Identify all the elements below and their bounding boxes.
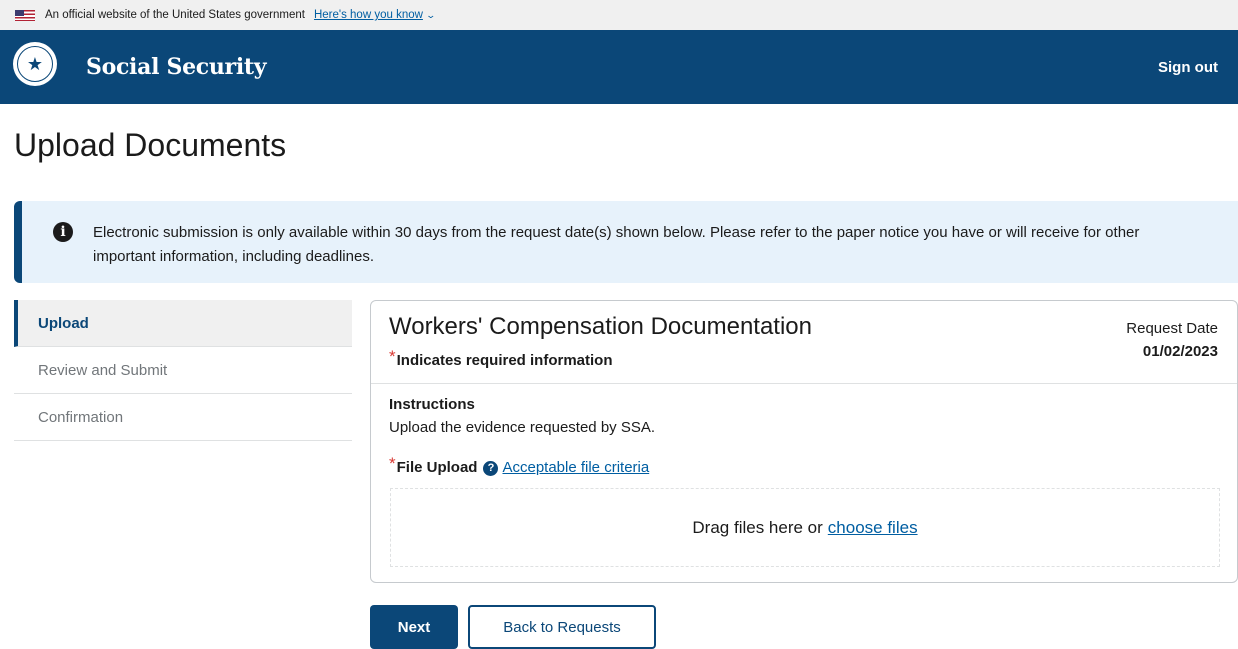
back-to-requests-button[interactable]: Back to Requests (468, 605, 656, 649)
card-header: Workers' Compensation Documentation *Ind… (371, 301, 1237, 384)
site-brand[interactable]: Social Security (86, 54, 267, 80)
step-nav: Upload Review and Submit Confirmation (14, 300, 352, 441)
page-title: Upload Documents (14, 127, 287, 163)
instructions-text: Upload the evidence requested by SSA. (389, 419, 656, 436)
info-icon: i (53, 222, 73, 242)
info-alert: i Electronic submission is only availabl… (14, 201, 1238, 283)
step-nav-item-review-and-submit: Review and Submit (14, 347, 352, 394)
ssa-seal-icon[interactable]: ★ (13, 42, 57, 86)
heres-how-you-know-link[interactable]: Here's how you know ⌄ (313, 9, 436, 21)
required-asterisk: * (389, 454, 396, 473)
step-nav-item-upload[interactable]: Upload (14, 300, 352, 347)
required-asterisk: * (389, 347, 396, 366)
request-date-label: Request Date (1126, 320, 1218, 337)
choose-files-link[interactable]: choose files (828, 518, 918, 538)
alert-text: Electronic submission is only available … (93, 224, 1140, 265)
file-dropzone[interactable]: Drag files here or choose files (390, 488, 1220, 567)
instructions-label: Instructions (389, 396, 475, 413)
gov-banner-text: An official website of the United States… (45, 9, 305, 21)
file-upload-label: *File Upload? Acceptable file criteria (389, 454, 649, 477)
sign-out-link[interactable]: Sign out (1158, 59, 1218, 76)
gov-banner: An official website of the United States… (0, 0, 1238, 30)
file-upload-label-text: File Upload (396, 459, 478, 476)
us-flag-icon (15, 9, 35, 21)
next-button[interactable]: Next (370, 605, 458, 649)
step-nav-item-confirmation: Confirmation (14, 394, 352, 441)
chevron-down-icon: ⌄ (425, 10, 436, 20)
document-request-card: Workers' Compensation Documentation *Ind… (370, 300, 1238, 583)
heres-how-you-know-label: Here's how you know (313, 9, 423, 21)
required-note: *Indicates required information (389, 347, 613, 370)
request-date-value: 01/02/2023 (1142, 343, 1218, 360)
acceptable-file-criteria-link[interactable]: Acceptable file criteria (502, 459, 649, 476)
dropzone-text: Drag files here or (692, 517, 823, 537)
required-note-text: Indicates required information (396, 352, 613, 369)
site-header: ★ Social Security Sign out (0, 30, 1238, 104)
card-title: Workers' Compensation Documentation (389, 313, 812, 340)
help-icon[interactable]: ? (483, 461, 499, 476)
